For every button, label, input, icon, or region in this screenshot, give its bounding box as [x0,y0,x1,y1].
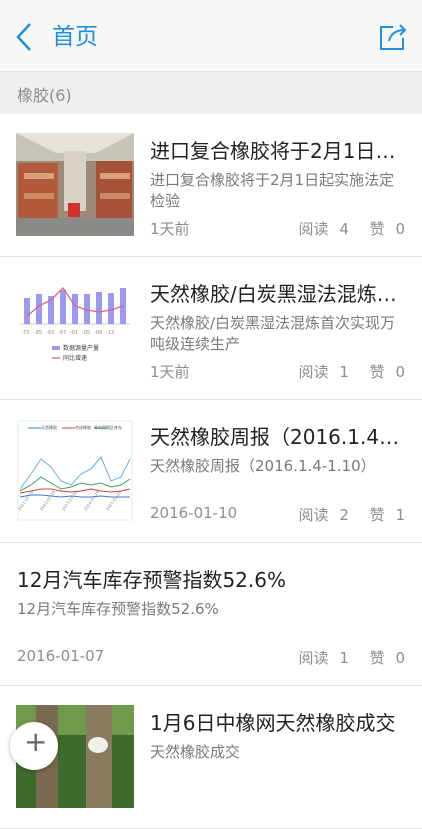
item-title: 天然橡胶周报（2016.1.4-1.10） [150,425,405,449]
like-count: 0 [395,220,405,238]
read-count: 1 [339,363,349,381]
item-stats: 阅读 4 赞 0 [293,218,405,239]
legend-label: 合成橡胶 [75,424,91,430]
svg-text:-93: -93 [46,330,54,336]
item-title: 1月6日中橡网天然橡胶成交 [150,711,396,735]
item-description: 进口复合橡胶将于2月1日起实施法定检验 [150,171,395,210]
item-description: 天然橡胶成交 [150,743,241,761]
list-item[interactable]: 天然橡胶 合成橡胶 青岛保税区库存 2011-01-28 2012-01-28 … [0,400,422,543]
item-time: 2016-01-07 [17,647,105,665]
add-button[interactable]: + [10,722,58,770]
like-label: 赞 [369,649,385,667]
chevron-left-icon[interactable] [12,20,38,54]
read-label: 阅读 [298,506,329,524]
item-title: 12月汽车库存预警指数52.6% [17,568,286,592]
item-time: 1天前 [150,220,190,238]
read-count: 1 [339,649,349,667]
item-description: 天然橡胶/白炭黑湿法混炼首次实现万吨级连续生产 [150,314,396,353]
item-description: 12月汽车库存预警指数52.6% [17,600,219,618]
legend-label: 青岛保税区库存 [94,424,122,430]
line-chart-thumbnail: 天然橡胶 合成橡胶 青岛保税区库存 2011-01-28 2012-01-28 … [16,419,134,522]
item-time: 2016-01-10 [150,504,238,522]
svg-text:-97: -97 [58,330,66,336]
svg-text:-73: -73 [21,330,29,336]
item-title: 进口复合橡胶将于2月1日起实施法定检验 [150,139,405,163]
svg-text:-85: -85 [34,330,42,336]
legend-label: 数据源量产量 [63,344,99,352]
read-label: 阅读 [298,220,329,238]
like-count: 0 [395,649,405,667]
like-count: 0 [395,363,405,381]
item-stats: 阅读 1 赞 0 [293,647,405,668]
page-title: 首页 [52,24,98,50]
svg-text:-01: -01 [70,330,78,336]
item-description: 天然橡胶周报（2016.1.4-1.10） [150,457,376,475]
article-list: 进口复合橡胶将于2月1日起实施法定检验 进口复合橡胶将于2月1日起实施法定检验 … [0,114,422,829]
svg-text:-09: -09 [94,330,102,336]
read-count: 4 [339,220,349,238]
list-item[interactable]: 进口复合橡胶将于2月1日起实施法定检验 进口复合橡胶将于2月1日起实施法定检验 … [0,114,422,257]
read-label: 阅读 [298,363,329,381]
item-stats: 阅读 2 赞 1 [293,504,405,525]
legend-label: 同比增速 [63,354,87,362]
list-item[interactable]: 12月汽车库存预警指数52.6% 12月汽车库存预警指数52.6% 2016-0… [0,543,422,686]
read-count: 2 [339,506,349,524]
warehouse-thumbnail [16,133,134,236]
plus-icon: + [24,725,48,758]
svg-text:-13: -13 [106,330,114,336]
share-icon[interactable] [378,22,408,52]
list-item[interactable]: 1月6日中橡网天然橡胶成交 天然橡胶成交 [0,686,422,829]
list-item[interactable]: -73 -85 -93 -97 -01 -05 -09 -13 数据源量产量 同比增速 天… [0,257,422,400]
item-time: 1天前 [150,363,190,381]
svg-text:-05: -05 [82,330,90,336]
item-title: 天然橡胶/白炭黑湿法混炼首次实现万吨级连续生产 [150,282,405,306]
like-label: 赞 [369,506,385,524]
like-label: 赞 [369,363,385,381]
read-label: 阅读 [298,649,329,667]
like-label: 赞 [369,220,385,238]
top-nav-bar: 首页 [0,0,422,72]
legend-label: 天然橡胶 [41,424,57,430]
like-count: 1 [395,506,405,524]
category-header: 橡胶(6) [0,72,422,116]
bar-chart-thumbnail: -73 -85 -93 -97 -01 -05 -09 -13 数据源量产量 同比增速 [16,276,134,379]
category-label: 橡胶(6) [17,86,72,105]
item-stats: 阅读 1 赞 0 [293,361,405,382]
